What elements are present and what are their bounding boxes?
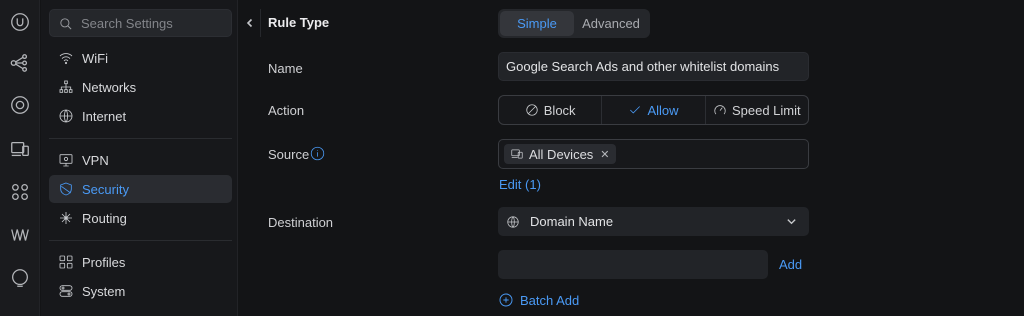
sidebar-item-label: Security bbox=[82, 181, 129, 197]
sidebar-item-routing[interactable]: Routing bbox=[49, 204, 232, 232]
domain-input[interactable] bbox=[498, 250, 768, 279]
routing-icon bbox=[57, 210, 74, 227]
chevron-down-icon bbox=[787, 219, 796, 225]
system-icon bbox=[57, 283, 74, 300]
rule-mode-toggle: Simple Advanced bbox=[498, 9, 650, 38]
app-rail bbox=[0, 0, 40, 316]
shield-icon bbox=[57, 181, 74, 198]
destination-label: Destination bbox=[268, 215, 334, 230]
devices-icon[interactable] bbox=[7, 136, 33, 162]
sidebar-item-internet[interactable]: Internet bbox=[49, 102, 232, 130]
batch-add-button[interactable]: Batch Add bbox=[498, 292, 579, 308]
ubiquiti-logo-icon[interactable] bbox=[7, 9, 33, 35]
action-allow-button[interactable]: Allow bbox=[601, 96, 704, 124]
settings-sidebar: WiFi Networks Internet VPN Security Rout… bbox=[41, 0, 238, 316]
sidebar-item-label: VPN bbox=[82, 152, 109, 168]
name-label: Name bbox=[268, 61, 303, 76]
sidebar-divider bbox=[49, 240, 232, 241]
action-block-button[interactable]: Block bbox=[499, 96, 601, 124]
search-input[interactable] bbox=[81, 15, 221, 31]
globe-icon bbox=[507, 215, 519, 228]
info-icon[interactable] bbox=[310, 146, 325, 161]
source-label: Source bbox=[268, 147, 310, 162]
search-icon bbox=[60, 17, 72, 29]
rule-form: Rule Type Simple Advanced Name Google Se… bbox=[239, 0, 1024, 316]
globe-icon bbox=[57, 108, 74, 125]
sidebar-item-label: Profiles bbox=[82, 254, 126, 270]
sidebar-item-profiles[interactable]: Profiles bbox=[49, 248, 232, 276]
profiles-icon bbox=[57, 254, 74, 271]
edit-source-link[interactable]: Edit (1) bbox=[499, 177, 541, 192]
rule-type-title: Rule Type bbox=[268, 15, 330, 30]
vpn-icon bbox=[57, 152, 74, 169]
clients-icon[interactable] bbox=[7, 179, 33, 205]
sidebar-divider bbox=[49, 138, 232, 139]
add-domain-button[interactable]: Add bbox=[779, 257, 802, 272]
source-field[interactable]: All Devices ✕ bbox=[498, 139, 809, 169]
action-speed-limit-button[interactable]: Speed Limit bbox=[704, 96, 808, 124]
sidebar-item-security[interactable]: Security bbox=[49, 175, 232, 203]
action-selector: Block Allow Speed Limit bbox=[498, 95, 809, 125]
back-button[interactable] bbox=[239, 9, 261, 37]
sidebar-item-label: WiFi bbox=[82, 50, 108, 66]
topology-icon[interactable] bbox=[7, 50, 33, 76]
speedometer-icon bbox=[714, 105, 726, 115]
sidebar-item-label: System bbox=[82, 283, 126, 299]
sidebar-item-system[interactable]: System bbox=[49, 277, 232, 305]
alerts-icon[interactable] bbox=[7, 265, 33, 291]
check-icon bbox=[630, 106, 641, 114]
sidebar-item-networks[interactable]: Networks bbox=[49, 73, 232, 101]
target-icon[interactable] bbox=[7, 92, 33, 118]
plus-circle-icon bbox=[499, 293, 513, 307]
sidebar-item-label: Networks bbox=[82, 79, 137, 95]
tab-advanced[interactable]: Advanced bbox=[574, 11, 648, 36]
devices-icon bbox=[511, 149, 523, 159]
search-settings[interactable] bbox=[49, 9, 232, 37]
name-field[interactable]: Google Search Ads and other whitelist do… bbox=[498, 52, 809, 81]
sidebar-item-wifi[interactable]: WiFi bbox=[49, 44, 232, 72]
source-chip: All Devices ✕ bbox=[504, 144, 616, 164]
sidebar-item-label: Internet bbox=[82, 108, 127, 124]
sidebar-item-label: Routing bbox=[82, 210, 127, 226]
chevron-left-icon bbox=[246, 18, 252, 28]
sidebar-item-vpn[interactable]: VPN bbox=[49, 146, 232, 174]
tab-simple[interactable]: Simple bbox=[500, 11, 574, 36]
wifi-icon bbox=[57, 50, 74, 67]
destination-select[interactable]: Domain Name bbox=[498, 207, 809, 236]
block-icon bbox=[526, 104, 538, 116]
remove-chip-icon[interactable]: ✕ bbox=[600, 148, 609, 161]
network-icon bbox=[57, 79, 74, 96]
insights-icon[interactable] bbox=[7, 222, 33, 248]
action-label: Action bbox=[268, 103, 305, 118]
